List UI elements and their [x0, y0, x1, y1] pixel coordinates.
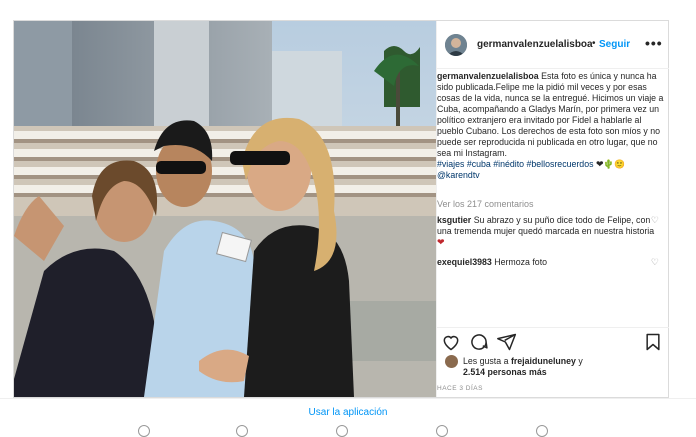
- likes-text: Les gusta a frejaiduneluney y 2.514 pers…: [463, 356, 663, 378]
- more-options-icon[interactable]: •••: [645, 35, 663, 51]
- post-caption: germanvalenzuelalisboa Esta foto es únic…: [437, 71, 669, 181]
- comment-item: exequiel3983 Hermoza foto ♡: [437, 257, 659, 268]
- avatar-image: [445, 34, 467, 56]
- liker-avatar[interactable]: [445, 355, 458, 368]
- post-actions-bar: [437, 327, 669, 354]
- post-author-username[interactable]: germanvalenzuelalisboa: [477, 39, 593, 50]
- caption-mention[interactable]: @karendtv: [437, 170, 480, 180]
- comment-username[interactable]: ksgutier: [437, 215, 471, 225]
- heart-icon[interactable]: [441, 332, 461, 352]
- caption-emojis: ❤🌵🙂: [595, 159, 626, 169]
- post-photo[interactable]: [14, 21, 436, 397]
- comment-icon[interactable]: [469, 332, 489, 352]
- likes-prefix: Les gusta a: [463, 356, 509, 366]
- view-all-comments-link[interactable]: Ver los 217 comentarios: [437, 199, 534, 209]
- use-app-link[interactable]: Usar la aplicación: [0, 407, 696, 418]
- likes-user[interactable]: frejaiduneluney: [511, 356, 576, 366]
- bottom-banner: Usar la aplicación: [0, 398, 696, 437]
- comment-like-heart-icon[interactable]: ♡: [651, 257, 659, 268]
- share-icon[interactable]: [497, 332, 517, 352]
- post-header: germanvalenzuelalisboa • Seguir •••: [437, 21, 669, 69]
- post-photo-image: [14, 21, 436, 397]
- comment-item: ksgutier Su abrazo y su puño dice todo d…: [437, 215, 659, 248]
- likes-count[interactable]: 2.514 personas más: [463, 367, 547, 377]
- post-timestamp: HACE 3 DÍAS: [437, 385, 483, 392]
- partial-icon: [336, 425, 348, 437]
- post-sidebar: germanvalenzuelalisboa • Seguir ••• germ…: [436, 21, 669, 397]
- partial-icon: [536, 425, 548, 437]
- comment-text: Hermoza foto: [494, 257, 548, 267]
- comment-like-heart-icon[interactable]: ♡: [651, 215, 659, 226]
- comment-username[interactable]: exequiel3983: [437, 257, 492, 267]
- follow-button[interactable]: Seguir: [599, 39, 630, 50]
- partial-icon: [236, 425, 248, 437]
- avatar[interactable]: [445, 34, 467, 56]
- partial-icon: [138, 425, 150, 437]
- comment-emoji: ❤: [437, 237, 445, 247]
- bookmark-icon[interactable]: [643, 332, 663, 352]
- separator-dot: •: [592, 38, 596, 49]
- caption-hashtags[interactable]: #viajes #cuba #inédito #bellosrecuerdos: [437, 159, 594, 169]
- likes-and: y: [578, 356, 583, 366]
- caption-text: Esta foto es única y nunca ha sido publi…: [437, 71, 664, 158]
- caption-username[interactable]: germanvalenzuelalisboa: [437, 71, 539, 81]
- instagram-post: germanvalenzuelalisboa • Seguir ••• germ…: [13, 20, 669, 398]
- partial-icon: [436, 425, 448, 437]
